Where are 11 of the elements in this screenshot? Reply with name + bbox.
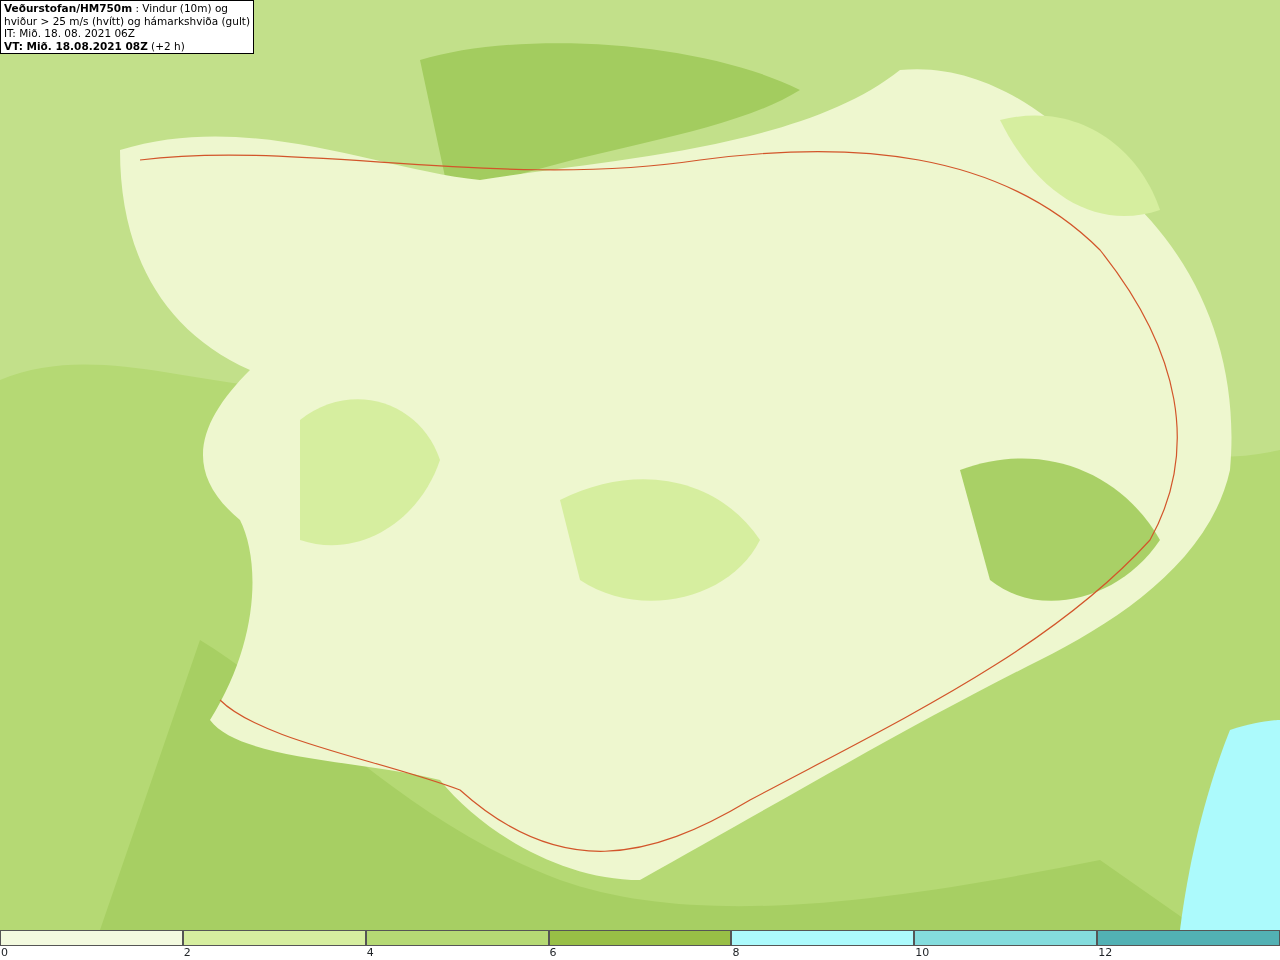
title-text: hviður > 25 m/s (hvítt) og hámarkshviða (gult): [4, 14, 251, 27]
title-text: Veðurstofan/HM750m : Vindur (10m) og: [4, 2, 229, 15]
legend-label: 2: [183, 946, 191, 959]
legend-label: 10: [915, 946, 930, 959]
legend-label: 8: [732, 946, 740, 959]
title-text: IT: Mið. 18. 08. 2021 06Z: [4, 27, 136, 40]
legend-label: 4: [366, 946, 374, 959]
legend-label: 0: [1, 946, 8, 959]
title-text: VT: Mið. 18.08.2021 08Z (+2 h): [4, 39, 186, 52]
legend-label: 12: [1098, 946, 1113, 959]
legend-label: 6: [549, 946, 557, 959]
